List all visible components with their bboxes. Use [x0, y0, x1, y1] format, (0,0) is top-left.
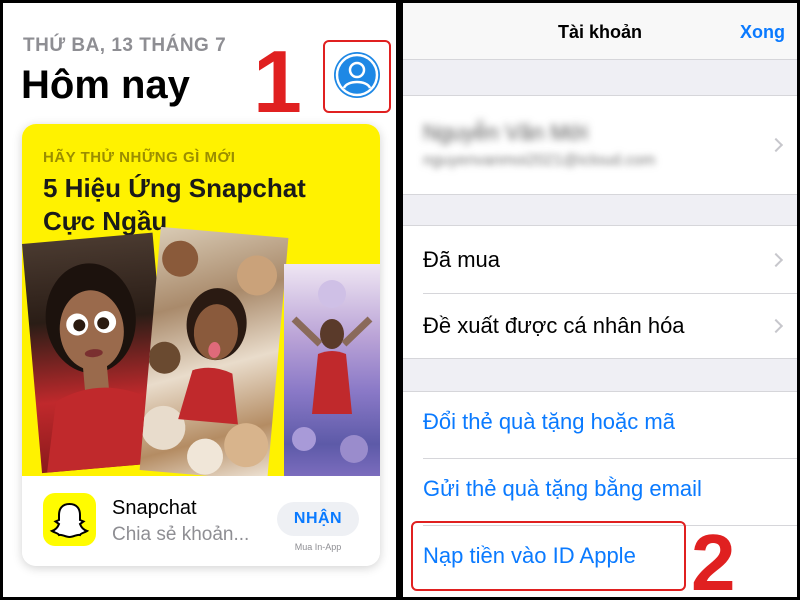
account-email: nguyenvanmoi2021@icloud.com — [423, 152, 656, 169]
account-avatar-button[interactable] — [334, 52, 380, 98]
app-subtitle: Chia sẻ khoản... — [112, 524, 250, 545]
account-name: Nguyễn Văn Mới — [423, 120, 588, 145]
get-button[interactable]: NHẬN — [277, 502, 359, 536]
today-date: THỨ BA, 13 THÁNG 7 — [23, 35, 227, 56]
step-marker-1: 1 — [253, 32, 302, 131]
step-marker-2: 2 — [691, 518, 736, 597]
hero-photo-effects-girl — [284, 264, 380, 476]
page-title: Hôm nay — [21, 63, 190, 107]
app-name: Snapchat — [112, 497, 197, 519]
account-profile-row[interactable]: Nguyễn Văn Mới nguyenvanmoi2021@icloud.c… — [403, 95, 797, 195]
account-button-highlight — [323, 40, 391, 113]
personalized-recommendations-label: Đề xuất được cá nhân hóa — [423, 313, 685, 338]
send-gift-card-link[interactable]: Gửi thẻ quà tặng bằng email — [423, 476, 702, 502]
app-store-today-screen: THỨ BA, 13 THÁNG 7 Hôm nay 1 HÃY THỬ NHỮ… — [3, 3, 396, 597]
snapchat-ghost-icon[interactable] — [43, 493, 96, 546]
in-app-purchase-note: Mua In-App — [294, 542, 342, 552]
hero-photo-puppies-girl — [139, 226, 289, 482]
purchases-group: Đã mua Đề xuất được cá nhân hóa — [403, 225, 797, 359]
redeem-gift-card-link[interactable]: Đổi thẻ quà tặng hoặc mã — [423, 409, 675, 435]
today-story-card[interactable]: HÃY THỬ NHỮNG GÌ MỚI 5 Hiệu Ứng Snapchat… — [22, 124, 380, 566]
done-button[interactable]: Xong — [740, 22, 785, 43]
story-headline: 5 Hiệu Ứng Snapchat Cực Ngầu — [43, 173, 306, 236]
account-screen: Tài khoản Xong Nguyễn Văn Mới nguyenvanm… — [403, 3, 797, 597]
nav-title: Tài khoản — [557, 22, 642, 42]
screenshot-frame: THỨ BA, 13 THÁNG 7 Hôm nay 1 HÃY THỬ NHỮ… — [0, 0, 800, 600]
chevron-right-icon — [768, 137, 784, 153]
chevron-right-icon — [768, 318, 784, 334]
person-circle-icon — [335, 53, 379, 97]
purchased-label: Đã mua — [423, 247, 501, 272]
personalized-recommendations-row[interactable]: Đề xuất được cá nhân hóa — [403, 293, 797, 360]
purchased-row[interactable]: Đã mua — [403, 226, 797, 293]
chevron-right-icon — [768, 252, 784, 268]
story-app-row: Snapchat Chia sẻ khoản... NHẬN Mua In-Ap… — [22, 476, 380, 566]
redeem-gift-card-row[interactable]: Đổi thẻ quà tặng hoặc mã — [403, 392, 797, 458]
nav-bar: Tài khoản Xong — [403, 3, 797, 60]
story-eyebrow: HÃY THỬ NHỮNG GÌ MỚI — [43, 149, 236, 166]
story-hero: HÃY THỬ NHỮNG GÌ MỚI 5 Hiệu Ứng Snapchat… — [22, 124, 380, 482]
send-gift-card-row[interactable]: Gửi thẻ quà tặng bằng email — [403, 458, 797, 525]
add-funds-highlight — [411, 521, 686, 591]
